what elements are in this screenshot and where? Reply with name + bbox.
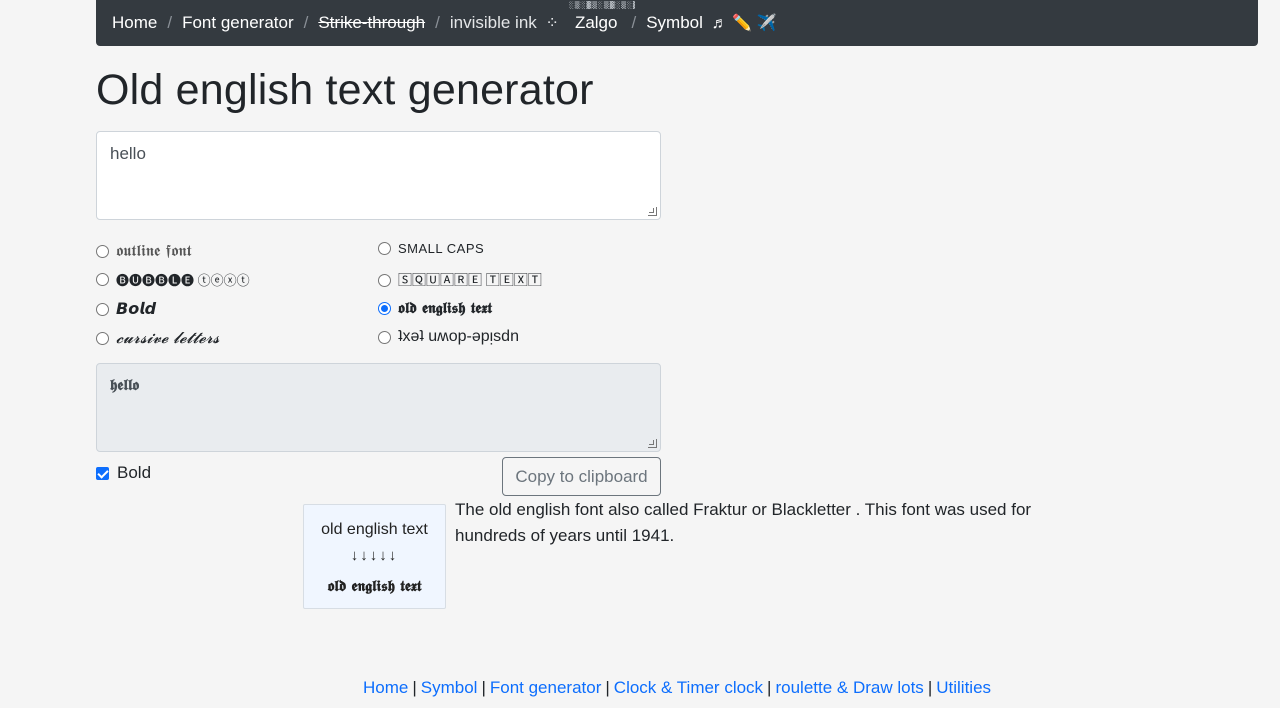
- nav-home[interactable]: Home: [112, 13, 157, 33]
- option-bold[interactable]: 𝘽𝙤𝙡𝙙: [96, 299, 156, 319]
- footer-link-clock-timer[interactable]: Clock & Timer clock: [614, 678, 763, 697]
- option-bubble-text[interactable]: 🅑🅤🅑🅑🅛🅔 ⓣⓔⓧⓣ: [96, 270, 250, 289]
- radio-bubble-text[interactable]: [96, 273, 109, 286]
- radio-outline-font[interactable]: [96, 244, 109, 258]
- option-label: 𝖔𝖑𝖉 𝖊𝖓𝖌𝖑𝖎𝖘𝖍 𝖙𝖊𝖝𝖙: [398, 299, 493, 317]
- nav-invisible-ink[interactable]: invisible ink ⁘: [450, 13, 559, 33]
- nav-zalgo[interactable]: ░▒░▓▒░▒▓░▒░▓▒░▒▓░▒░▓▒░▒▓░▒░▓▒░▒▓░▒░▓▒░▒▓…: [569, 1, 635, 33]
- example-plain-text: old english text: [321, 521, 428, 538]
- radio-bold[interactable]: [96, 302, 109, 316]
- example-fancy-text: 𝖔𝖑𝖉 𝖊𝖓𝖌𝖑𝖎𝖘𝖍 𝖙𝖊𝖝𝖙: [327, 577, 422, 595]
- converted-text-value: 𝖍𝖊𝖑𝖑𝖔: [110, 376, 140, 394]
- source-text-value: hello: [110, 144, 146, 163]
- footer-separator: |: [605, 678, 610, 697]
- footer-separator: |: [481, 678, 486, 697]
- footer-link-font-generator[interactable]: Font generator: [490, 678, 602, 697]
- bold-checkbox[interactable]: [96, 466, 109, 480]
- radio-cursive-letters[interactable]: [96, 331, 109, 345]
- footer-link-symbol[interactable]: Symbol: [421, 678, 478, 697]
- description-text: The old english font also called Fraktur…: [455, 500, 1032, 545]
- footer-separator: |: [767, 678, 772, 697]
- nav-separator: /: [435, 13, 440, 32]
- example-card: old english text ↓↓↓↓↓ 𝖔𝖑𝖉 𝖊𝖓𝖌𝖑𝖎𝖘𝖍 𝖙𝖊𝖝𝖙: [303, 504, 446, 609]
- option-label: SMALL CAPS: [398, 241, 485, 256]
- footer-link-roulette[interactable]: roulette & Draw lots: [775, 678, 923, 697]
- bold-checkbox-label: Bold: [117, 463, 152, 482]
- nav-symbol-label: Symbol: [646, 13, 703, 32]
- radio-old-english[interactable]: [378, 301, 391, 315]
- footer-separator: |: [412, 678, 417, 697]
- option-cursive-letters[interactable]: 𝓬𝓾𝓻𝓼𝓲𝓿𝓮 𝓵𝓮𝓽𝓽𝓮𝓻𝓼: [96, 328, 220, 348]
- nav-invisible-ink-label: invisible ink: [449, 13, 537, 32]
- source-text-input[interactable]: hello: [96, 131, 661, 220]
- nav-zalgo-label: Zalgo: [574, 13, 618, 32]
- resize-grip-icon[interactable]: [648, 207, 657, 216]
- footer-link-home[interactable]: Home: [363, 678, 408, 697]
- top-navbar: Home / Font generator / Strike-through /…: [96, 0, 1258, 46]
- page-title: Old english text generator: [96, 66, 594, 114]
- option-old-english[interactable]: 𝖔𝖑𝖉 𝖊𝖓𝖌𝖑𝖎𝖘𝖍 𝖙𝖊𝖝𝖙: [378, 299, 492, 317]
- radio-small-caps[interactable]: [378, 242, 391, 255]
- bold-checkbox-row[interactable]: Bold: [96, 463, 151, 483]
- converted-text-output[interactable]: 𝖍𝖊𝖑𝖑𝖔: [96, 363, 661, 452]
- symbol-icons: ♬ ✏️ ✈️: [711, 15, 777, 32]
- option-label: 𝖔𝖚𝖙𝖑𝖎𝖓𝖊 𝖋𝖔𝖓𝖙: [116, 241, 192, 260]
- down-arrows-icon: ↓↓↓↓↓: [350, 547, 399, 564]
- footer-link-utilities[interactable]: Utilities: [936, 678, 991, 697]
- nav-strike-through[interactable]: Strike-through: [318, 13, 425, 33]
- nav-separator: /: [303, 13, 309, 32]
- nav-separator: /: [167, 13, 173, 32]
- nav-font-generator[interactable]: Font generator: [182, 13, 294, 33]
- nav-symbol[interactable]: Symbol ♬ ✏️ ✈️: [646, 13, 776, 33]
- option-label: 𝓬𝓾𝓻𝓼𝓲𝓿𝓮 𝓵𝓮𝓽𝓽𝓮𝓻𝓼: [116, 328, 220, 347]
- radio-square-text[interactable]: [378, 273, 391, 287]
- copy-to-clipboard-button[interactable]: Copy to clipboard: [502, 457, 661, 496]
- option-label: 🅂🅀🅄🄰🅁🄴 🅃🄴🅇🅃: [398, 272, 542, 288]
- radio-upside-down[interactable]: [378, 330, 391, 344]
- footer-separator: |: [927, 678, 933, 697]
- option-small-caps[interactable]: SMALL CAPS: [378, 241, 484, 256]
- option-label: ʇxǝʇ uʍop-ǝpᴉsdn: [398, 328, 519, 345]
- option-outline-font[interactable]: 𝖔𝖚𝖙𝖑𝖎𝖓𝖊 𝖋𝖔𝖓𝖙: [96, 241, 192, 261]
- resize-grip-icon[interactable]: [648, 439, 657, 448]
- sparkle-icon: ⁘: [545, 15, 559, 32]
- option-label: 𝘽𝙤𝙡𝙙: [116, 301, 157, 318]
- footer-links: Home | Symbol | Font generator | Clock & Timer…: [0, 678, 1280, 698]
- option-square-text[interactable]: 🅂🅀🅄🄰🅁🄴 🅃🄴🅇🅃: [378, 270, 542, 290]
- option-label: 🅑🅤🅑🅑🅛🅔 ⓣⓔⓧⓣ: [116, 273, 250, 288]
- option-upside-down[interactable]: ʇxǝʇ uʍop-ǝpᴉsdn: [378, 328, 519, 346]
